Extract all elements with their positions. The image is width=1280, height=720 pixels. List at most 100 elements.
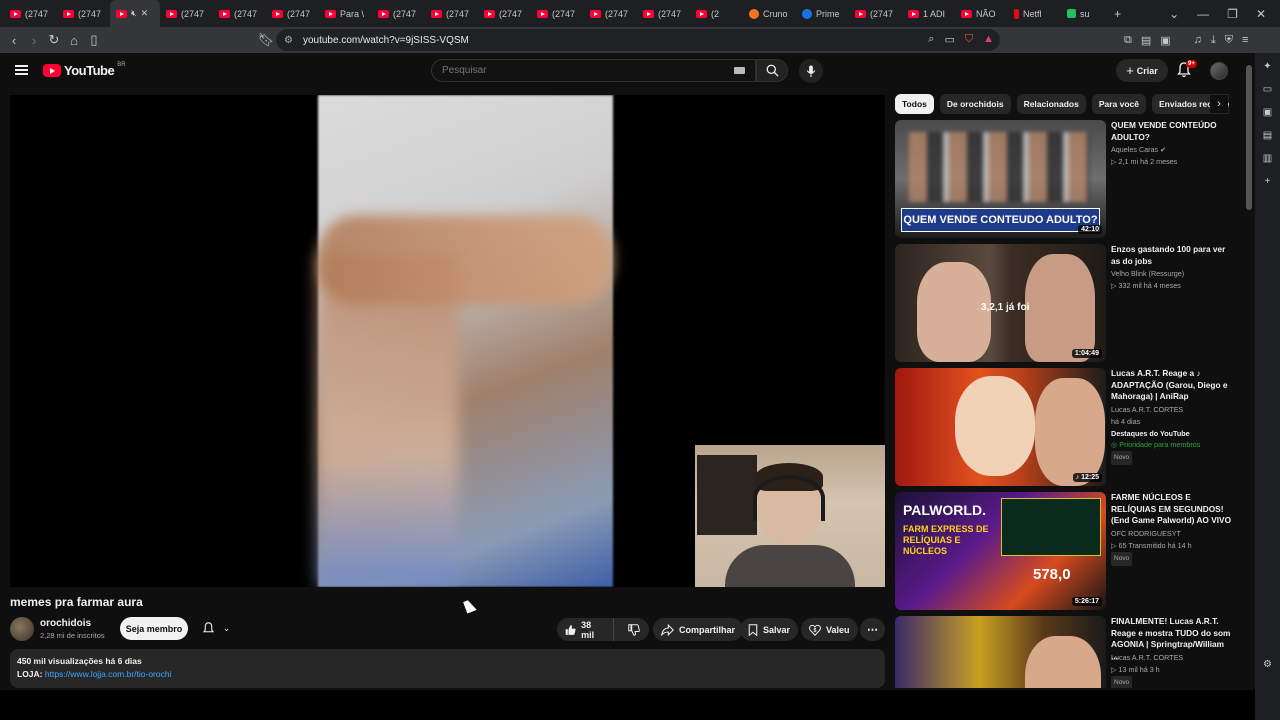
browser-tab[interactable]: (2747 [849,0,902,27]
search-box[interactable] [431,59,756,82]
sidebar-toggle-icon[interactable]: ▯ [84,30,104,50]
share-button[interactable]: Compartilhar [653,618,744,641]
video-thumbnail[interactable]: 3,2,1 já foi 1:04:49 [895,244,1106,362]
browser-tab[interactable]: (2747 [372,0,425,27]
new-tab-button[interactable]: + [1114,7,1121,21]
rewards-icon[interactable]: ▲ [983,33,994,46]
dislike-button[interactable] [619,618,649,641]
browser-tab[interactable]: (2747 [57,0,110,27]
recommendation-item[interactable]: QUEM VENDE CONTEUDO ADULTO? 42:10 QUEM V… [895,120,1235,240]
video-thumbnail[interactable] [895,616,1106,688]
back-icon[interactable]: ‹ [4,30,24,50]
reader-icon[interactable]: ▤ [1141,34,1151,47]
chat-icon[interactable]: ▭ [1263,84,1272,95]
mute-icon[interactable]: 🔇︎ [131,8,137,19]
filter-chip[interactable]: Relacionados [1016,94,1086,114]
music-icon[interactable]: ♫ [1194,34,1202,46]
cast-icon[interactable]: ▭ [944,33,954,46]
subscription-bell-button[interactable]: ⌄ [194,617,238,640]
rec-channel[interactable]: Velho Blink (Ressurge) [1111,268,1184,280]
browser-tab[interactable]: (2747 [4,0,57,27]
save-button[interactable]: Salvar [740,618,799,641]
keyboard-icon[interactable] [734,67,745,74]
browser-tab[interactable]: (2747 [637,0,690,27]
thanks-button[interactable]: $ Valeu [801,618,858,641]
rec-channel[interactable]: OFC RODRIGUESYT [1111,528,1181,540]
ai-assistant-icon[interactable]: ✦ [1263,61,1271,72]
close-tab-icon[interactable]: ✕ [141,8,149,19]
recommendation-item[interactable]: 3,2,1 já foi 1:04:49 Enzos gastando 100 … [895,244,1235,364]
rec-channel[interactable]: Aqueles Caras ✔ [1111,144,1166,156]
create-button[interactable]: + Criar [1116,59,1168,82]
video-player[interactable] [10,95,885,587]
channel-name[interactable]: orochidois [40,618,91,629]
minimize-icon[interactable]: — [1197,7,1209,21]
description-box[interactable]: 450 mil visualizações há 6 dias LOJA: ht… [10,649,885,688]
filter-chip[interactable]: Todos [895,94,934,114]
browser-tab[interactable]: (2747 [425,0,478,27]
rec-title[interactable]: Lucas A.R.T. Reage a ♪ ADAPTAÇÃO (Garou,… [1111,368,1233,403]
browser-tab[interactable]: Prime [796,0,849,27]
home-icon[interactable]: ⌂ [64,30,84,50]
settings-gear-icon[interactable]: ⚙ [1263,659,1272,670]
browser-tab[interactable]: (2747 [213,0,266,27]
video-thumbnail[interactable]: QUEM VENDE CONTEUDO ADULTO? 42:10 [895,120,1106,238]
browser-tab[interactable]: Netfl [1008,0,1061,27]
close-window-icon[interactable]: ✕ [1256,7,1266,21]
channel-avatar[interactable] [10,617,34,641]
menu-icon[interactable]: ≡ [1242,34,1248,46]
reload-icon[interactable]: ↻ [44,30,64,50]
rec-title[interactable]: Enzos gastando 100 para ver as do jobs [1111,244,1233,267]
forward-icon[interactable]: › [24,30,44,50]
site-info-icon[interactable]: ⚙ [284,35,293,46]
bookmarks-side-icon[interactable]: ▤ [1263,130,1272,141]
browser-tab[interactable]: (2747 [266,0,319,27]
recommendation-item[interactable]: PALWORLD. FARM EXPRESS DE RELÍQUIAS E NÚ… [895,492,1235,612]
guide-menu-icon[interactable] [15,65,28,75]
video-thumbnail[interactable]: PALWORLD. FARM EXPRESS DE RELÍQUIAS E NÚ… [895,492,1106,610]
add-panel-icon[interactable]: + [1265,176,1271,187]
recommendation-item[interactable]: ♪ 12:25 Lucas A.R.T. Reage a ♪ ADAPTAÇÃO… [895,368,1235,488]
wallet-icon[interactable]: ▣ [1160,34,1170,47]
vpn-icon[interactable]: ⛨ [1225,34,1233,47]
search-input[interactable] [442,65,722,76]
chip-next-chevron-icon[interactable]: › [1210,95,1228,113]
join-button[interactable]: Seja membro [120,617,188,640]
filter-chip[interactable]: De orochidois [939,94,1011,114]
browser-tab[interactable]: Para \ [319,0,372,27]
url-field[interactable]: ⚙ youtube.com/watch?v=9jSISS-VQSM ⌕ ▭ ⛉ … [276,29,1000,51]
search-button[interactable] [756,59,788,82]
browser-tab[interactable]: (2747 [531,0,584,27]
brave-shield-icon[interactable]: ⛉ [965,33,973,46]
video-thumbnail[interactable]: ♪ 12:25 [895,368,1106,486]
store-link[interactable]: https://www.lojja.com.br/tio-orochi [45,669,172,679]
browser-tab[interactable]: (2 [690,0,743,27]
rec-title[interactable]: FARME NÚCLEOS E RELÍQUIAS EM SEGUNDOS! (… [1111,492,1233,527]
recommendation-item[interactable]: FINALMENTE! Lucas A.R.T. Reage e mostra … [895,616,1235,688]
maximize-icon[interactable]: ❐ [1227,7,1238,21]
voice-search-button[interactable] [799,59,823,83]
page-scrollbar[interactable] [1244,53,1255,693]
account-avatar[interactable] [1210,62,1228,80]
browser-tab[interactable]: (2747 [160,0,213,27]
rec-channel[interactable]: Lucas A.R.T. CORTES [1111,652,1183,664]
browser-tab[interactable]: (2747 [584,0,637,27]
bookmark-icon[interactable]: 🔖︎ [256,30,276,50]
zoom-icon[interactable]: ⌕ [928,33,934,46]
filter-chip[interactable]: Para você [1091,94,1147,114]
downloads-icon[interactable]: ⤓ [1211,34,1216,47]
youtube-logo[interactable]: YouTube BR [43,62,126,78]
browser-tab[interactable]: NÃO [955,0,1008,27]
like-button[interactable]: 38 mil [557,618,614,641]
more-actions-button[interactable]: ⋯ [860,618,885,641]
browser-tab[interactable]: Cruno [743,0,796,27]
rec-channel[interactable]: Lucas A.R.T. CORTES [1111,404,1183,416]
browser-tab[interactable]: 1 ADI [902,0,955,27]
scroll-thumb[interactable] [1246,65,1252,210]
rec-title[interactable]: QUEM VENDE CONTEÚDO ADULTO? [1111,120,1233,143]
wallet-side-icon[interactable]: ▣ [1263,107,1272,118]
browser-tab[interactable]: 🔇︎ ✕ [110,0,160,27]
browser-tab[interactable]: (2747 [478,0,531,27]
browser-tab[interactable]: su [1061,0,1114,27]
tab-list-chevron-icon[interactable]: ⌄ [1169,7,1179,21]
